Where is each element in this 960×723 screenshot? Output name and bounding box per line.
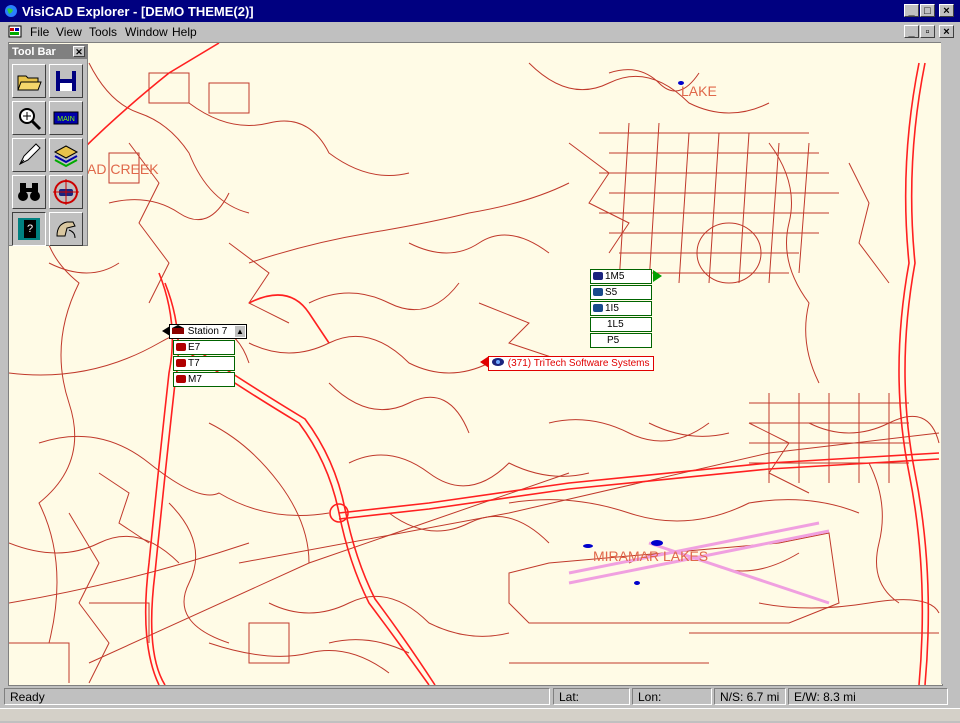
investigator-icon (593, 304, 603, 312)
save-button[interactable] (49, 64, 83, 98)
zoom-button[interactable] (12, 101, 46, 135)
tool-bar-palette: Tool Bar ✕ MAIN ? (8, 44, 88, 246)
app-globe-icon (5, 5, 17, 17)
vehicle-track-button[interactable] (49, 175, 83, 209)
menu-window[interactable]: Window (125, 25, 168, 39)
hand-phone-icon (56, 221, 76, 239)
status-latitude: Lat: 032°51'58 (553, 688, 630, 721)
tool-bar-title[interactable]: Tool Bar ✕ (9, 45, 87, 59)
open-folder-icon (17, 75, 42, 91)
incident-text: (371) TriTech Software Systems (507, 358, 650, 369)
station-title: Station 7 (187, 326, 228, 337)
window-title: VisiCAD Explorer - [DEMO THEME(2)] (22, 4, 254, 19)
vertical-scrollbar[interactable] (941, 42, 949, 684)
station-label[interactable]: Station 7 ▲ (169, 324, 247, 339)
medic-icon (176, 375, 186, 383)
status-bar: Ready Lat: 032°51'58 Lon: 117°13'48 N/S:… (0, 686, 960, 721)
fire-station-icon (172, 325, 184, 334)
close-button[interactable]: × (939, 4, 954, 17)
layers-icon (53, 145, 79, 168)
truck-icon (176, 359, 186, 367)
unit-1m5[interactable]: 1M5 (590, 269, 652, 284)
station-pointer-icon (162, 326, 170, 336)
station-unit-e7[interactable]: E7 (173, 340, 235, 355)
title-bar: VisiCAD Explorer - [DEMO THEME(2)] _ □ × (0, 0, 960, 22)
status-longitude: Lon: 117°13'48 (632, 688, 712, 721)
save-disk-icon (56, 71, 76, 91)
engine-icon (176, 343, 186, 351)
vehicle-target-icon (53, 179, 79, 205)
document-icon[interactable] (8, 25, 22, 38)
place-label-creek: AD CREEK (87, 161, 159, 177)
menu-bar: File View Tools Window Help _ ▫ × (0, 22, 960, 41)
place-label-lake: LAKE (681, 83, 717, 99)
menu-help[interactable]: Help (172, 25, 197, 39)
main-map-button[interactable]: MAIN (49, 101, 83, 135)
svg-text:MAIN: MAIN (57, 116, 75, 123)
child-restore-button[interactable]: ▫ (920, 25, 935, 38)
binoculars-icon (18, 183, 40, 201)
status-ready: Ready (4, 688, 550, 705)
street-network (9, 43, 940, 685)
menu-file[interactable]: File (30, 25, 49, 39)
svg-text:?: ? (27, 223, 33, 235)
station-unit-m7[interactable]: M7 (173, 372, 235, 387)
menu-tools[interactable]: Tools (89, 25, 117, 39)
unit-1l5[interactable]: 1L5 (590, 317, 652, 332)
help-button[interactable]: ? (12, 212, 46, 246)
help-door-icon: ? (18, 218, 40, 240)
unit-s5[interactable]: S5 (590, 285, 652, 300)
incident-label[interactable]: (371) TriTech Software Systems (488, 356, 654, 371)
squad-icon (593, 288, 603, 296)
tool-bar-close-button[interactable]: ✕ (73, 46, 85, 57)
minimize-button[interactable]: _ (904, 4, 919, 17)
phone-button[interactable] (49, 212, 83, 246)
ambulance-icon (593, 272, 603, 280)
maximize-button[interactable]: □ (920, 4, 935, 17)
status-ew-extent: E/W: 8.3 mi (788, 688, 948, 705)
status-ns-extent: N/S: 6.7 mi (714, 688, 786, 705)
child-minimize-button[interactable]: _ (904, 25, 919, 38)
place-label-miramar: MIRAMAR LAKES (593, 548, 709, 564)
main-map-icon: MAIN (53, 111, 79, 125)
station-unit-t7[interactable]: T7 (173, 356, 235, 371)
edit-button[interactable] (12, 138, 46, 172)
child-close-button[interactable]: × (939, 25, 954, 38)
map-canvas[interactable]: LAKE AD CREEK MIRAMAR LAKES Station 7 ▲ … (8, 42, 943, 686)
unit-1i5[interactable]: 1I5 (590, 301, 652, 316)
pencil-icon (18, 143, 41, 166)
taskbar-strip (0, 708, 960, 721)
station-expand-arrow-icon[interactable]: ▲ (235, 326, 245, 337)
zoom-in-icon (19, 108, 42, 131)
incident-vehicle-icon (492, 358, 504, 366)
layers-button[interactable] (49, 138, 83, 172)
find-button[interactable] (12, 175, 46, 209)
open-folder-button[interactable] (12, 64, 46, 98)
unit-p5[interactable]: P5 (590, 333, 652, 348)
menu-view[interactable]: View (56, 25, 82, 39)
unit-pointer-icon (653, 270, 662, 282)
